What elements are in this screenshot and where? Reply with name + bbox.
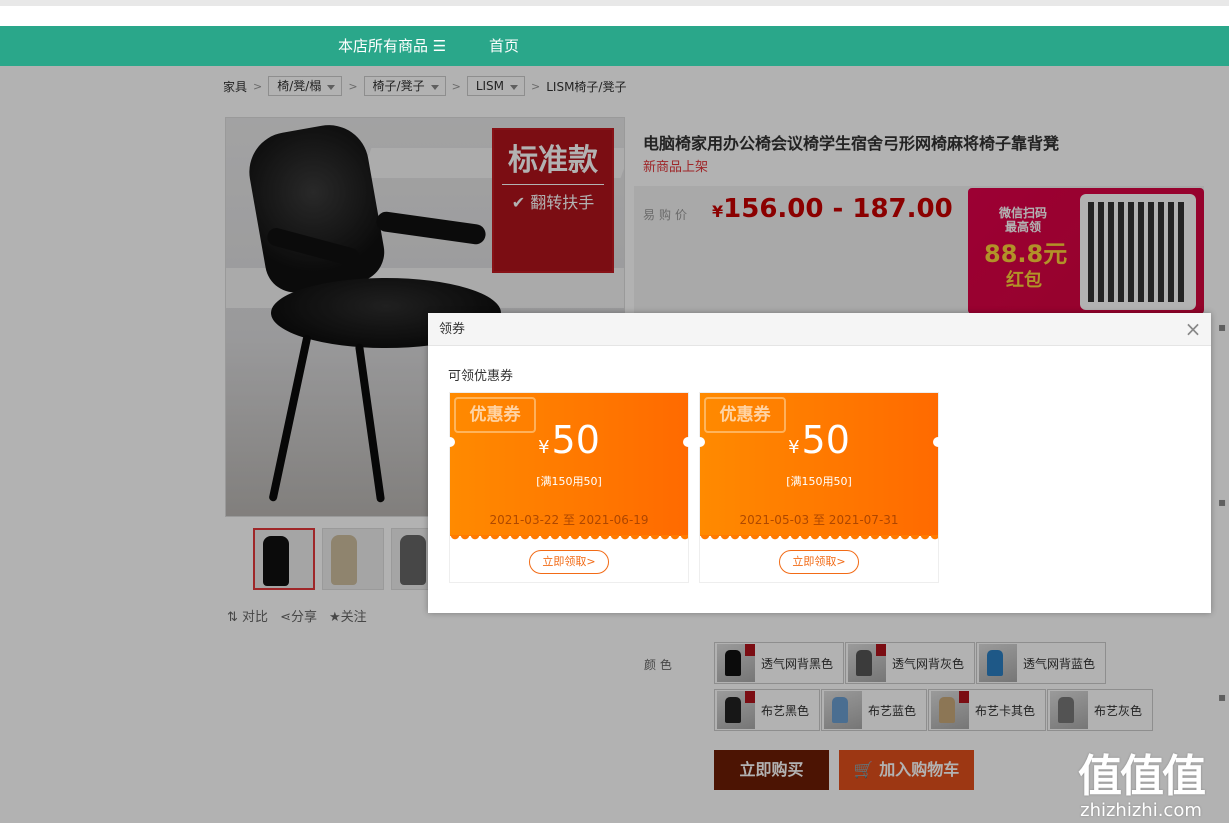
- coupon-condition: [满150用50]: [536, 475, 602, 488]
- site-watermark: 值值值 zhizhizhi.com: [1078, 740, 1206, 821]
- nav-all-products[interactable]: 本店所有商品 ☰: [338, 26, 446, 66]
- coupon-amount: ¥50: [700, 418, 938, 462]
- claim-coupon-button[interactable]: 立即领取>: [529, 550, 609, 574]
- coupon-modal: 领券 × 可领优惠券 优惠券 ¥50 [满150用50] 2021-03-22 …: [428, 313, 1211, 613]
- coupon-condition: [满150用50]: [786, 475, 852, 488]
- coupon-amount-value: 50: [801, 418, 850, 462]
- coupon-dates: 2021-03-22 至 2021-06-19: [489, 513, 649, 527]
- watermark-domain: zhizhizhi.com: [1080, 800, 1202, 821]
- coupon-currency: ¥: [538, 437, 550, 458]
- coupon-notch: [695, 437, 705, 447]
- coupon-card: 优惠券 ¥50 [满150用50] 2021-03-22 至 2021-06-1…: [445, 392, 693, 583]
- coupon-notch: [933, 437, 943, 447]
- coupon-dates: 2021-05-03 至 2021-07-31: [739, 513, 899, 527]
- store-nav-bar: 本店所有商品 ☰ 首页: [0, 26, 1229, 66]
- coupon-amount-value: 50: [551, 418, 600, 462]
- coupon-top: 优惠券 ¥50 [满150用50] 2021-05-03 至 2021-07-3…: [700, 393, 938, 541]
- modal-subtitle: 可领优惠券: [448, 369, 514, 384]
- nav-home[interactable]: 首页: [489, 26, 519, 66]
- top-bar: [0, 0, 1229, 26]
- claim-coupon-button[interactable]: 立即领取>: [779, 550, 859, 574]
- close-icon[interactable]: ×: [1183, 319, 1203, 339]
- coupon-top: 优惠券 ¥50 [满150用50] 2021-03-22 至 2021-06-1…: [450, 393, 688, 541]
- modal-title: 领券: [428, 313, 1211, 346]
- coupon-notch: [445, 437, 455, 447]
- coupon-card: 优惠券 ¥50 [满150用50] 2021-05-03 至 2021-07-3…: [695, 392, 943, 583]
- watermark-logo: 值值值: [1078, 751, 1206, 802]
- coupon-amount: ¥50: [450, 418, 688, 462]
- coupon-notch: [683, 437, 693, 447]
- coupon-currency: ¥: [788, 437, 800, 458]
